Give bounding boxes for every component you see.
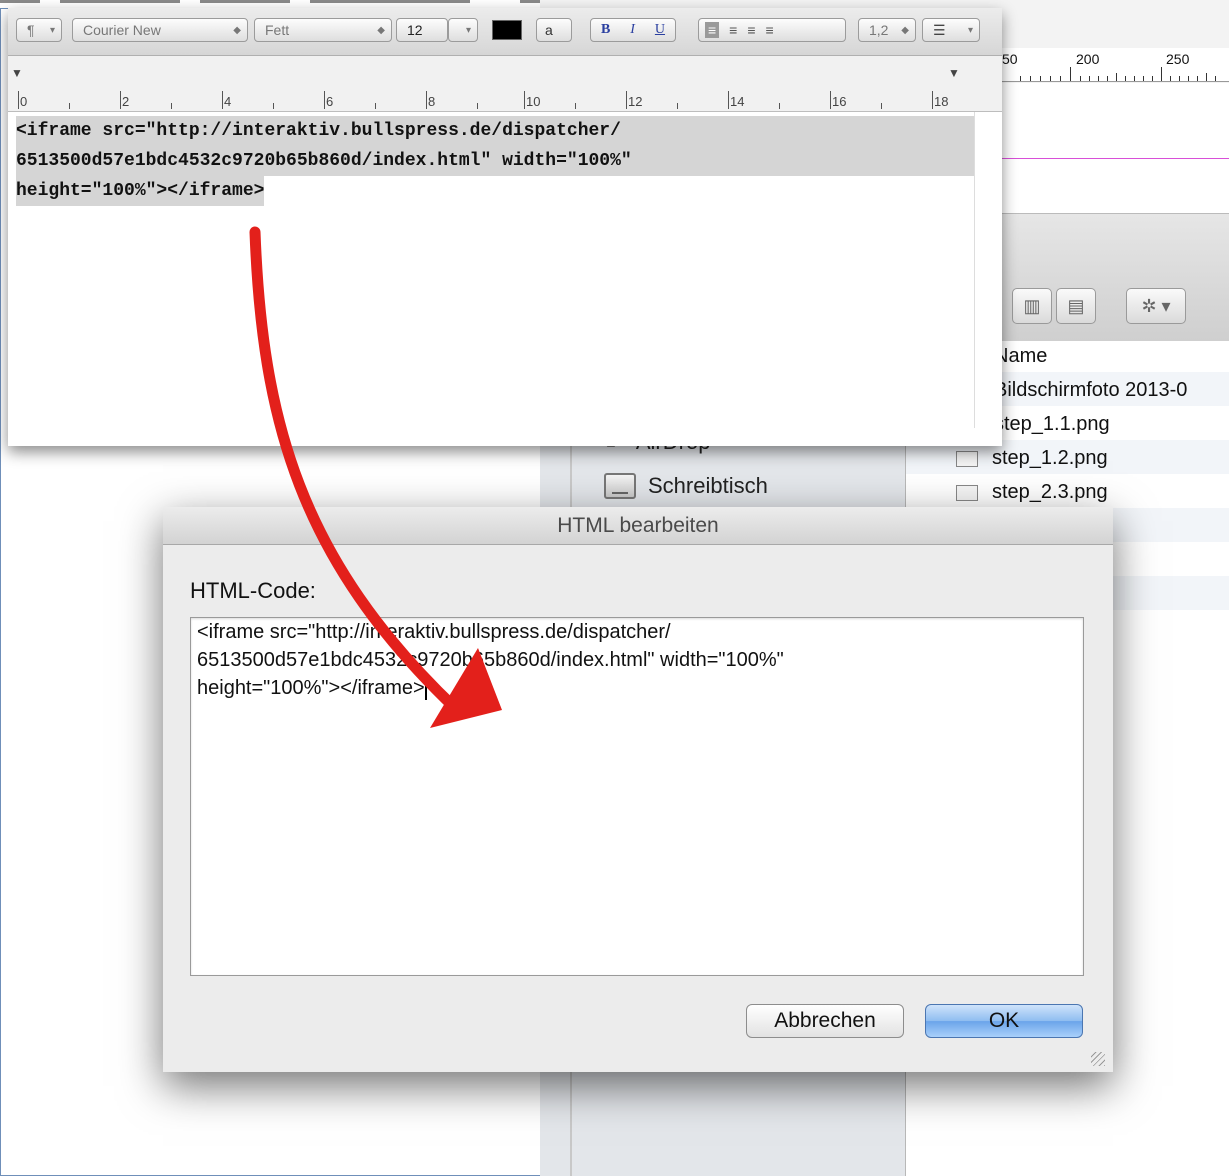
text-editor-window: ¶ ▾ Courier New ◆ Fett ◆ 12 ▾ a B I U ≡ ≡ ≡… xyxy=(8,8,1002,446)
ruler-label: 200 xyxy=(1076,51,1100,67)
ruler-label: 4 xyxy=(224,94,232,109)
html-code-label: HTML-Code: xyxy=(190,578,316,603)
ruler-label: 2 xyxy=(122,94,130,109)
file-icon xyxy=(956,484,978,501)
sidebar-item-schreibtisch[interactable]: Schreibtisch xyxy=(604,473,768,499)
bold-button[interactable]: B xyxy=(601,22,610,38)
italic-button[interactable]: I xyxy=(630,22,635,38)
line-spacing-select[interactable]: 1,2 ◆ xyxy=(858,18,916,42)
layout-canvas xyxy=(1000,83,1229,213)
underline-button[interactable]: U xyxy=(655,22,665,38)
font-size-field[interactable]: 12 xyxy=(396,18,448,42)
coverflow-view-button[interactable]: ▤ xyxy=(1056,288,1096,324)
text-caret xyxy=(424,677,427,700)
list-item[interactable]: step_2.3.png xyxy=(956,481,1108,504)
align-right-icon[interactable]: ≡ xyxy=(747,22,755,38)
selected-code-line: <iframe src="http://interaktiv.bullspres… xyxy=(16,116,974,146)
list-icon: ☰ xyxy=(933,21,946,38)
column-header-name[interactable]: Name xyxy=(994,345,1047,368)
ruler-label: 50 xyxy=(1002,51,1018,67)
right-indent-marker-icon[interactable]: ▼ xyxy=(948,66,960,80)
finder-ruler: 50 200 250 xyxy=(1000,48,1229,82)
selected-code-line: height="100%"></iframe> xyxy=(16,176,265,206)
list-item[interactable]: step_1.1.png xyxy=(994,413,1110,436)
text-color-swatch[interactable] xyxy=(492,20,522,40)
ruler-label: 18 xyxy=(934,94,949,109)
column-view-button[interactable]: ▥ xyxy=(1012,288,1052,324)
ruler-label: 16 xyxy=(832,94,847,109)
ruler-label: 0 xyxy=(20,94,28,109)
gear-icon: ✲ ▾ xyxy=(1141,295,1171,316)
align-justify-icon[interactable]: ≡ xyxy=(766,22,774,38)
paragraph-style-menu[interactable]: ¶ ▾ xyxy=(16,18,62,42)
alignment-buttons: ≡ ≡ ≡ ≡ xyxy=(698,18,846,42)
ruler-label: 14 xyxy=(730,94,745,109)
cancel-button[interactable]: Abbrechen xyxy=(746,1004,904,1038)
column-view-icon: ▥ xyxy=(1023,295,1041,316)
margin-guide xyxy=(1000,158,1229,159)
list-item[interactable]: Bildschirmfoto 2013-0 xyxy=(994,379,1187,402)
text-style-buttons: B I U xyxy=(590,18,676,42)
format-toolbar: ¶ ▾ Courier New ◆ Fett ◆ 12 ▾ a B I U ≡ ≡ ≡… xyxy=(8,8,1002,56)
html-code-textarea[interactable]: <iframe src="http://interaktiv.bullspres… xyxy=(190,617,1084,976)
background-color-button[interactable]: a xyxy=(536,18,572,42)
ruler-label: 250 xyxy=(1166,51,1190,67)
finder-toolbar: ▥ ▤ ✲ ▾ xyxy=(1000,213,1229,341)
editor-text-area[interactable]: <iframe src="http://interaktiv.bullspres… xyxy=(8,112,974,428)
ruler-label: 8 xyxy=(428,94,436,109)
font-family-select[interactable]: Courier New ◆ xyxy=(72,18,248,42)
font-size-dropdown[interactable]: ▾ xyxy=(448,18,478,42)
ruler-label: 10 xyxy=(526,94,541,109)
align-left-icon[interactable]: ≡ xyxy=(705,22,720,38)
list-style-menu[interactable]: ☰ ▾ xyxy=(922,18,980,42)
text-ruler: ▼ ▼ 0 2 4 6 8 10 12 14 16 18 xyxy=(8,56,1002,112)
resize-grip-icon[interactable] xyxy=(1091,1052,1105,1066)
sidebar-item-label: Schreibtisch xyxy=(648,473,768,498)
html-edit-dialog: HTML bearbeiten HTML-Code: <iframe src="… xyxy=(163,507,1113,1072)
code-line: height="100%"></iframe> xyxy=(197,677,427,700)
font-style-select[interactable]: Fett ◆ xyxy=(254,18,392,42)
ruler-label: 12 xyxy=(628,94,643,109)
ok-button[interactable]: OK xyxy=(925,1004,1083,1038)
code-line: 6513500d57e1bdc4532c9720b65b860d/index.h… xyxy=(197,649,784,671)
dialog-title: HTML bearbeiten xyxy=(163,507,1113,545)
ruler-label: 6 xyxy=(326,94,334,109)
list-item[interactable]: step_1.2.png xyxy=(956,447,1108,470)
selected-code-line: 6513500d57e1bdc4532c9720b65b860d/index.h… xyxy=(16,146,974,176)
coverflow-icon: ▤ xyxy=(1067,295,1085,316)
desktop-folder-icon xyxy=(604,473,636,499)
file-icon xyxy=(956,450,978,467)
left-indent-marker-icon[interactable]: ▼ xyxy=(11,66,23,80)
editor-scrollbar[interactable] xyxy=(974,112,1002,428)
action-menu-button[interactable]: ✲ ▾ xyxy=(1126,288,1186,324)
code-line: <iframe src="http://interaktiv.bullspres… xyxy=(197,621,671,643)
align-center-icon[interactable]: ≡ xyxy=(729,22,737,38)
